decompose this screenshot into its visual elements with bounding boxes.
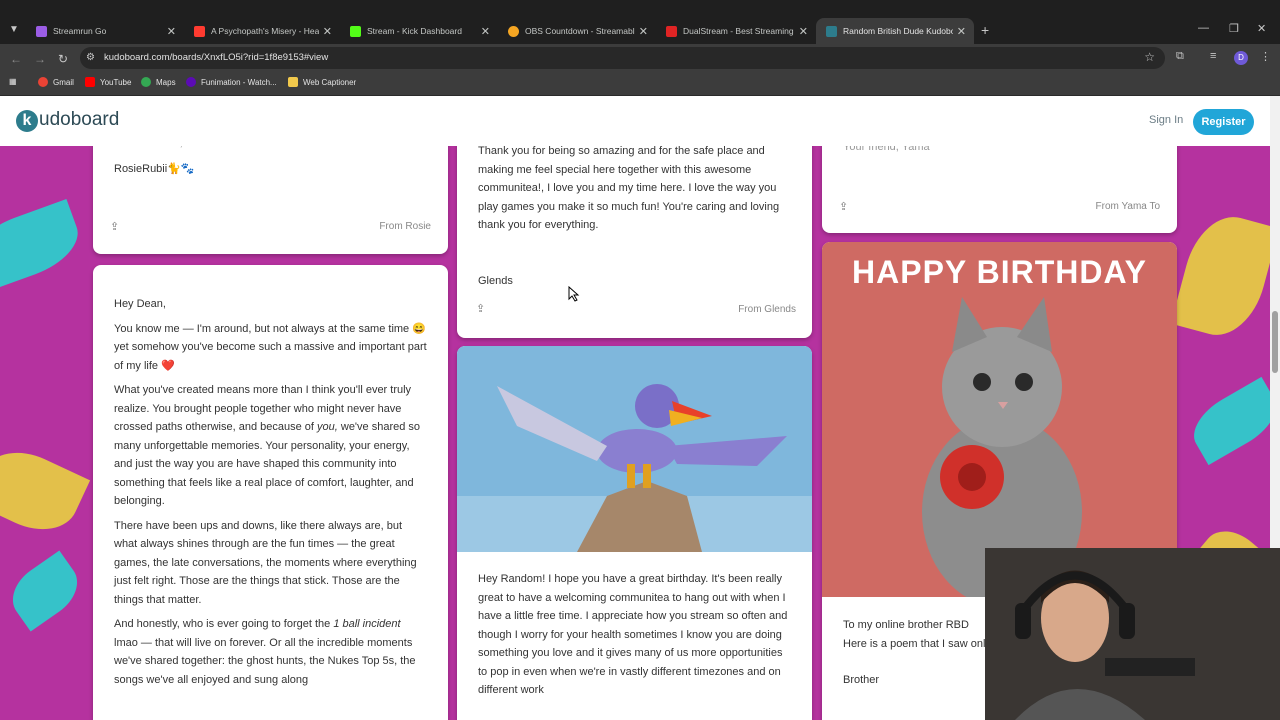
post-paragraph: What you've created means more than I th… bbox=[114, 384, 421, 507]
post-paragraph: And honestly, who is ever going to forge… bbox=[114, 618, 416, 686]
kitten-illustration bbox=[922, 297, 1082, 597]
mouse-cursor-icon bbox=[568, 286, 580, 302]
tab-kudoboard[interactable]: Random British Dude Kudoboar ✕ bbox=[816, 18, 974, 44]
close-tab-icon[interactable]: ✕ bbox=[639, 25, 648, 38]
menu-icon[interactable]: ⋮ bbox=[1260, 50, 1271, 63]
post-text: Hey Dean, You know me — I'm around, but … bbox=[114, 295, 427, 695]
close-tab-icon[interactable]: ✕ bbox=[799, 25, 808, 38]
post-author: From Glends bbox=[738, 304, 796, 315]
address-bar[interactable]: ⚙ kudoboard.com/boards/XnxfLO5i?rid=1f8e… bbox=[80, 47, 1165, 69]
leaf-decoration bbox=[1183, 376, 1270, 466]
post-card-glends: Thank you for being so amazing and for t… bbox=[457, 126, 812, 338]
post-signature: RosieRubii🐈🐾 bbox=[114, 163, 195, 175]
youtube-favicon-icon bbox=[194, 25, 205, 37]
post-text: Thank you for being so amazing and for t… bbox=[478, 145, 780, 231]
tab-streamrun[interactable]: Streamrun Go ✕ bbox=[26, 18, 184, 44]
post-greeting: Hey Dean, bbox=[114, 298, 166, 310]
tab-dualstream[interactable]: DualStream - Best Streaming Ap ✕ bbox=[656, 18, 816, 44]
streamer-webcam-image bbox=[985, 548, 1280, 720]
post-author: From Yama To bbox=[1095, 201, 1160, 212]
restore-icon[interactable]: ❐ bbox=[1229, 22, 1239, 35]
kudoboard-logo-text[interactable]: udoboard bbox=[39, 109, 119, 131]
bookmarks-bar: ▦ Gmail YouTube Maps Funimation - Watch.… bbox=[0, 72, 1280, 96]
url-text[interactable]: kudoboard.com/boards/XnxfLO5i?rid=1f8e91… bbox=[104, 52, 328, 63]
bookmark-youtube[interactable]: YouTube bbox=[85, 77, 131, 87]
scrollbar-thumb[interactable] bbox=[1272, 311, 1278, 373]
dualstream-favicon-icon bbox=[666, 25, 677, 37]
maps-pin-icon bbox=[141, 77, 151, 87]
minimize-icon[interactable]: — bbox=[1198, 22, 1209, 34]
close-window-icon[interactable]: ✕ bbox=[1257, 22, 1266, 35]
kick-favicon-icon bbox=[350, 25, 361, 37]
share-icon[interactable]: ⇪ bbox=[110, 220, 119, 233]
close-tab-icon[interactable]: ✕ bbox=[957, 25, 966, 38]
kudoboard-favicon-icon bbox=[826, 25, 837, 37]
share-icon[interactable]: ⇪ bbox=[476, 302, 485, 315]
leaf-decoration bbox=[0, 438, 91, 544]
funimation-icon bbox=[186, 77, 196, 87]
site-info-icon[interactable]: ⚙ bbox=[86, 52, 95, 63]
apps-grid-icon[interactable]: ▦ bbox=[9, 77, 17, 86]
tab-psychopath[interactable]: A Psychopath's Misery - Hearth ✕ bbox=[184, 18, 340, 44]
gmail-icon bbox=[38, 77, 48, 87]
site-header: k udoboard Sign In Register bbox=[0, 96, 1270, 146]
webcam-overlay bbox=[985, 548, 1280, 720]
close-tab-icon[interactable]: ✕ bbox=[167, 25, 176, 38]
close-tab-icon[interactable]: ✕ bbox=[481, 25, 490, 38]
reload-icon[interactable]: ↻ bbox=[58, 52, 68, 66]
back-icon[interactable]: ← bbox=[10, 52, 22, 66]
leaf-decoration bbox=[1, 550, 89, 632]
post-signature: Glends bbox=[478, 275, 513, 287]
forward-icon[interactable]: → bbox=[34, 52, 46, 66]
post-author: From Rosie bbox=[379, 221, 431, 232]
bookmark-maps[interactable]: Maps bbox=[141, 77, 176, 87]
leaf-decoration bbox=[0, 198, 87, 294]
bookmark-web-captioner[interactable]: Web Captioner bbox=[288, 77, 356, 87]
youtube-icon bbox=[85, 77, 95, 87]
leaf-decoration bbox=[1170, 207, 1270, 345]
post-text: Hey Random! I hope you have a great birt… bbox=[478, 573, 788, 696]
bookmark-funimation[interactable]: Funimation - Watch... bbox=[186, 77, 277, 87]
media-controls-icon[interactable]: ≡ bbox=[1210, 50, 1216, 62]
post-gif-image[interactable] bbox=[457, 346, 812, 552]
birthday-gif-image[interactable]: HAPPY BIRTHDAY bbox=[822, 242, 1177, 597]
tab-strip: ▼ Streamrun Go ✕ A Psychopath's Misery - … bbox=[0, 0, 1280, 44]
sign-in-link[interactable]: Sign In bbox=[1149, 114, 1183, 126]
profile-avatar[interactable]: D bbox=[1234, 51, 1248, 65]
extensions-icon[interactable]: ⧉ bbox=[1176, 50, 1184, 63]
streamrun-favicon-icon bbox=[36, 25, 47, 37]
new-tab-button[interactable]: + bbox=[981, 22, 989, 38]
share-icon[interactable]: ⇪ bbox=[839, 200, 848, 213]
bookmark-star-icon[interactable]: ☆ bbox=[1144, 50, 1155, 64]
streamable-favicon-icon bbox=[508, 25, 519, 37]
post-card-dean-letter: Hey Dean, You know me — I'm around, but … bbox=[93, 265, 448, 720]
web-captioner-icon bbox=[288, 77, 298, 87]
close-tab-icon[interactable]: ✕ bbox=[323, 25, 332, 38]
post-paragraph: There have been ups and downs, like ther… bbox=[114, 519, 417, 606]
post-card-random-gif: Hey Random! I hope you have a great birt… bbox=[457, 346, 812, 720]
tab-search-button[interactable]: ▼ bbox=[6, 22, 22, 38]
tab-kick-dashboard[interactable]: Stream - Kick Dashboard ✕ bbox=[340, 18, 498, 44]
register-button[interactable]: Register bbox=[1193, 109, 1254, 135]
kudoboard-logo-icon[interactable]: k bbox=[16, 110, 38, 132]
tab-obs-countdown[interactable]: OBS Countdown - Streamable (✕ bbox=[498, 18, 656, 44]
post-paragraph: You know me — I'm around, but not always… bbox=[114, 322, 427, 372]
bookmark-gmail[interactable]: Gmail bbox=[38, 77, 74, 87]
toolbar: ← → ↻ ⚙ kudoboard.com/boards/XnxfLO5i?ri… bbox=[0, 44, 1280, 72]
